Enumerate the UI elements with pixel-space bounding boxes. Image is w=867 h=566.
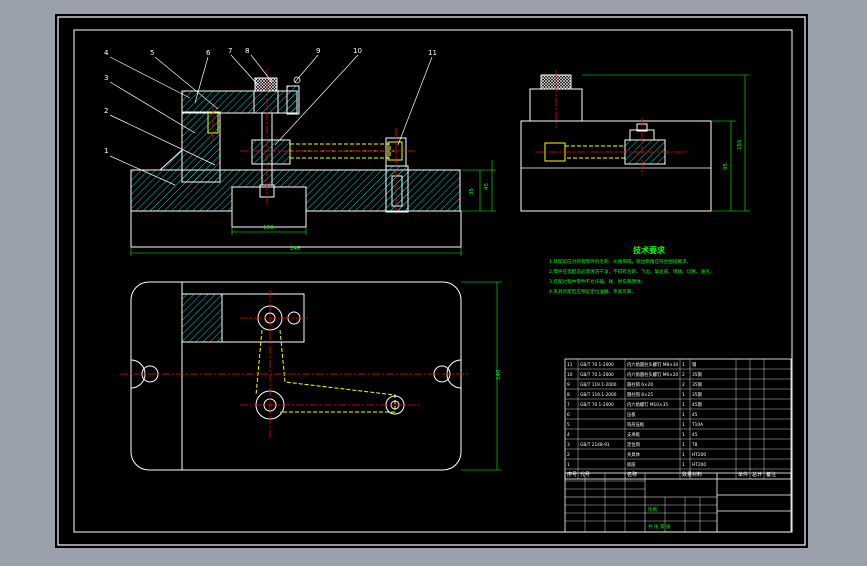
dim-front-width: 246: [290, 246, 301, 252]
bom-cell-name: 压板: [627, 411, 636, 418]
bom-cell-qty: 1: [682, 452, 685, 458]
bom-cell-no: 3: [567, 442, 570, 448]
bom-cell-qty: 1: [682, 362, 685, 368]
callout-9: 9: [316, 47, 320, 55]
bom-header-unit_weight: 单件: [738, 471, 748, 478]
sheet-label: 共 张 第 张: [648, 523, 671, 530]
bom-cell-no: 10: [567, 372, 573, 378]
tech-req-line-4: 4.夹具装配后应保证定位准确，夹紧可靠。: [549, 288, 636, 295]
bom-cell-code: GB/T 70.1-2000: [580, 372, 614, 378]
support-block: [181, 111, 221, 183]
bom-cell-qty: 1: [682, 402, 685, 408]
bom-cell-qty: 1: [682, 462, 685, 468]
dim-side-height: 155: [737, 139, 743, 150]
bom-cell-no: 5: [567, 422, 570, 428]
bom-cell-name: 支承板: [627, 431, 641, 438]
bom-header-no: 序号: [567, 471, 577, 478]
scale-label: 比例: [648, 506, 657, 513]
tech-req-title: 技术要求: [633, 245, 666, 255]
bom-cell-no: 7: [567, 402, 570, 408]
bom-header-material: 材料: [692, 471, 702, 478]
bom-header-total_weight: 总计: [752, 471, 762, 478]
bom-cell-no: 2: [567, 452, 570, 458]
callout-11: 11: [428, 49, 437, 57]
knurled-knob: [254, 77, 278, 92]
bom-cell-qty: 2: [682, 372, 685, 378]
bom-cell-name: 内六角螺钉 M10×35: [627, 401, 668, 408]
callout-4: 4: [104, 49, 109, 57]
bom-cell-code: GB/T 119.1-2000: [580, 382, 617, 388]
bom-cell-name: 夹具体: [627, 451, 641, 458]
bom-cell-code: GB/T 70.1-2000: [580, 362, 614, 368]
bom-cell-name: 底座: [627, 461, 636, 468]
bom-cell-name: 内六角圆柱头螺钉 M8×30: [627, 361, 679, 368]
bom-cell-material: 35钢: [692, 371, 702, 378]
bom-cell-name: 圆柱销 8×25: [627, 391, 653, 398]
callout-10: 10: [353, 47, 362, 55]
dim-plan-height: 140: [496, 369, 502, 380]
bom-cell-qty: 1: [682, 412, 685, 418]
bom-cell-name: 内六角圆柱头螺钉 M6×20: [627, 371, 679, 378]
bom-cell-material: HT200: [692, 452, 706, 458]
bom-cell-material: 35钢: [692, 391, 702, 398]
bom-cell-material: 45: [692, 432, 698, 438]
bom-cell-qty: 2: [682, 382, 685, 388]
bom-cell-no: 8: [567, 392, 570, 398]
bom-cell-material: HT200: [692, 462, 706, 468]
bom-cell-material: T8: [691, 442, 698, 448]
dim-height-right: 35: [469, 188, 475, 195]
bom-cell-name: 钩形压板: [627, 421, 645, 428]
callout-8: 8: [245, 47, 249, 55]
tech-req-line-3: 3.装配过程中零件不允许磕、碰、划伤和锈蚀。: [549, 278, 645, 285]
bom-header-note: 备注: [766, 471, 776, 478]
bom-cell-no: 4: [567, 432, 570, 438]
drawing-canvas: 1 2 3 4 5 6 7 8 9 10 11 246 100 35 45 15…: [0, 0, 867, 562]
bom-cell-name: 圆柱销 6×20: [627, 381, 653, 388]
bom-cell-material: T10A: [691, 422, 703, 428]
clamp-bolt: [251, 139, 291, 165]
bom-cell-qty: 1: [682, 432, 685, 438]
bom-header-name: 名称: [627, 471, 637, 478]
bom-header-qty: 数量: [682, 471, 692, 478]
bom-cell-code: GB/T 70.1-2000: [580, 402, 614, 408]
callout-7: 7: [228, 47, 232, 55]
bom-cell-material: 45: [692, 412, 698, 418]
callout-5: 5: [150, 49, 154, 57]
callout-3: 3: [104, 74, 108, 82]
callout-2: 2: [104, 107, 108, 115]
bom-cell-code: GB/T 2148-91: [580, 442, 610, 448]
bom-cell-qty: 1: [682, 442, 685, 448]
dim-side-inner: 95: [723, 163, 729, 170]
bom-cell-material: 45钢: [692, 401, 702, 408]
bom-cell-name: 定位销: [627, 441, 641, 448]
dim-height-right-2: 45: [484, 183, 490, 190]
dim-front-base: 100: [263, 225, 274, 231]
bom-cell-no: 1: [567, 462, 570, 468]
bom-cell-no: 11: [567, 362, 573, 368]
bom-cell-no: 9: [567, 382, 570, 388]
bom-cell-no: 6: [567, 412, 570, 418]
bom-cell-material: 35钢: [692, 381, 702, 388]
callout-6: 6: [206, 49, 211, 57]
bom-cell-qty: 1: [682, 392, 685, 398]
callout-1: 1: [104, 147, 108, 155]
bom-cell-material: 钢: [692, 361, 696, 368]
tech-req-line-2: 2.零件在装配前必须清洗干净，不得有毛刺、飞边、氧化皮、锈蚀、切屑、油污。: [549, 268, 714, 275]
tech-req-line-1: 1.装配前应对所有零件的毛刺、尖角倒钝，锐边倒角应符合图纸要求。: [549, 258, 691, 265]
top-clamp-plate: [181, 90, 298, 114]
bom-cell-qty: 1: [682, 422, 685, 428]
bom-cell-code: GB/T 119.1-2000: [580, 392, 617, 398]
